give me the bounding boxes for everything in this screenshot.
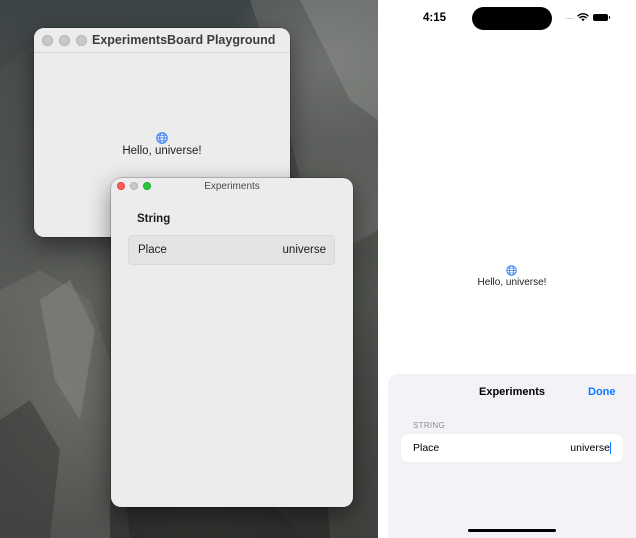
home-indicator[interactable] [468, 529, 556, 532]
section-header-string: STRING [413, 421, 446, 430]
experiments-sheet: Experiments Done STRING Place [388, 374, 636, 538]
window-title: Experiments [204, 181, 260, 192]
experiments-window: Experiments String Place universe [111, 178, 353, 507]
close-button[interactable] [42, 35, 53, 46]
wifi-icon [577, 13, 589, 22]
window-title: ExperimentsBoard Playground [92, 33, 276, 47]
minimize-button[interactable] [59, 35, 70, 46]
greeting-text: Hello, universe! [477, 277, 547, 288]
window-controls [42, 35, 87, 46]
status-icons: .... [565, 10, 611, 22]
place-value-field[interactable]: universe [283, 244, 326, 256]
dynamic-island [472, 7, 552, 30]
globe-icon [506, 265, 517, 276]
playground-titlebar[interactable]: ExperimentsBoard Playground [34, 28, 290, 53]
globe-icon [156, 132, 168, 144]
iphone-simulator: 4:15 .... Hello, universe! Experiments D… [378, 0, 636, 538]
zoom-button[interactable] [76, 35, 87, 46]
done-button[interactable]: Done [588, 386, 636, 398]
section-header-string: String [137, 213, 171, 225]
status-time: 4:15 [423, 12, 447, 24]
battery-icon [593, 13, 611, 21]
greeting-text: Hello, universe! [122, 145, 202, 157]
signal-dots: .... [565, 10, 574, 21]
place-row[interactable]: Place [401, 434, 623, 462]
desktop-wallpaper: ExperimentsBoard Playground Hello, unive… [0, 0, 378, 538]
place-row[interactable]: Place universe [128, 235, 335, 265]
place-label: Place [138, 244, 167, 256]
experiments-titlebar[interactable]: Experiments [111, 178, 353, 196]
place-text-field[interactable] [521, 442, 611, 454]
place-label: Place [413, 442, 440, 454]
